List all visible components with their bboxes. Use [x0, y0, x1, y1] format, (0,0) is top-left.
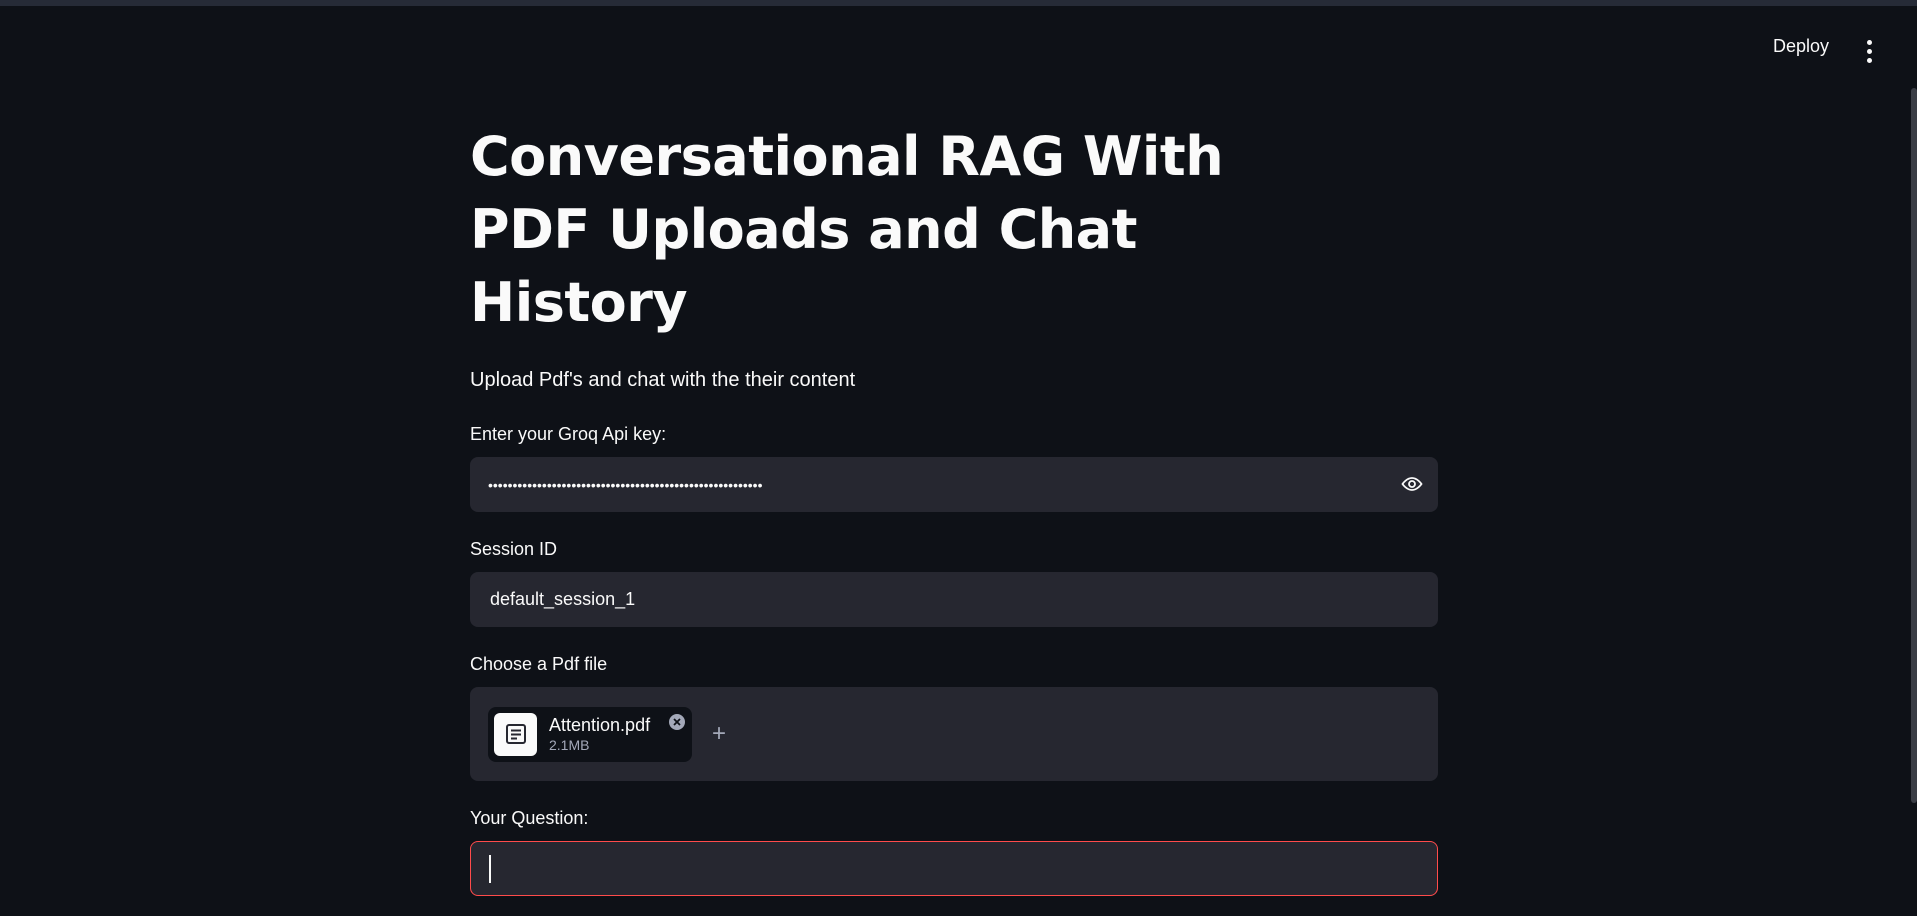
uploaded-file-chip[interactable]: Attention.pdf 2.1MB — [488, 706, 692, 762]
page-subtitle: Upload Pdf's and chat with the their con… — [470, 369, 856, 391]
deploy-button[interactable]: Deploy — [1773, 36, 1829, 57]
api-key-field[interactable]: ••••••••••••••••••••••••••••••••••••••••… — [470, 457, 1438, 512]
question-input[interactable] — [490, 857, 1419, 880]
file-upload-dropzone[interactable]: Attention.pdf 2.1MB + — [470, 687, 1438, 781]
document-icon — [494, 712, 537, 756]
question-group: Your Question: — [470, 808, 1438, 896]
close-circle-icon[interactable] — [668, 713, 686, 731]
question-label: Your Question: — [470, 808, 589, 828]
file-meta: Attention.pdf 2.1MB — [549, 714, 650, 754]
app-header: Deploy — [0, 6, 1917, 86]
ellipsis-dot — [1866, 57, 1872, 63]
api-key-masked-value: ••••••••••••••••••••••••••••••••••••••••… — [488, 476, 763, 493]
add-file-button[interactable]: + — [712, 720, 726, 748]
main-content: Conversational RAG With PDF Uploads and … — [470, 120, 1438, 896]
api-key-label: Enter your Groq Api key: — [470, 424, 667, 444]
session-id-field[interactable] — [470, 572, 1438, 627]
eye-icon[interactable] — [1400, 474, 1424, 494]
upload-group: Choose a Pdf file Attention.pdf 2.1MB + — [470, 654, 1438, 781]
session-id-input[interactable] — [488, 588, 1420, 611]
file-name: Attention.pdf — [549, 715, 651, 735]
session-group: Session ID — [470, 539, 1438, 627]
session-label: Session ID — [470, 539, 558, 559]
page-title: Conversational RAG With PDF Uploads and … — [470, 125, 1224, 334]
question-field[interactable] — [470, 841, 1438, 896]
file-size: 2.1MB — [549, 737, 590, 753]
main-menu-button[interactable] — [1857, 36, 1881, 66]
vertical-ellipsis-icon — [1866, 39, 1872, 45]
api-key-group: Enter your Groq Api key: •••••••••••••••… — [470, 424, 1438, 512]
ellipsis-dot — [1866, 48, 1872, 54]
upload-label: Choose a Pdf file — [470, 654, 608, 674]
page-scrollbar[interactable] — [1911, 88, 1917, 803]
